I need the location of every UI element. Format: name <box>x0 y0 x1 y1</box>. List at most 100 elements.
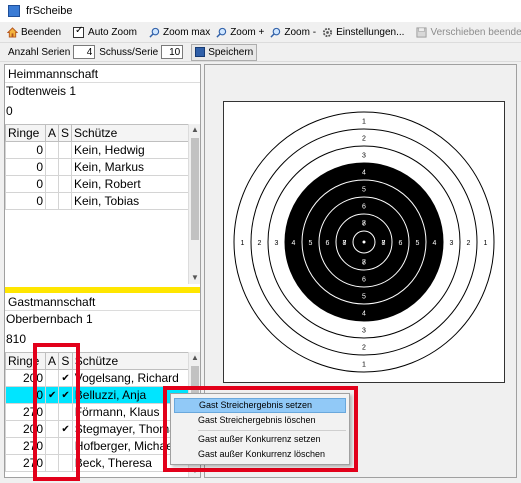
auto-zoom-checkbox[interactable]: Auto Zoom <box>70 23 140 42</box>
ring-label: 6 <box>326 240 330 247</box>
scroll-down-icon[interactable]: ▼ <box>189 272 200 284</box>
name-cell: Vogelsang, Richard <box>71 369 191 387</box>
save-icon <box>195 47 206 57</box>
einstellungen-label: Einstellungen... <box>336 26 405 38</box>
menu-gast-streichergebnis-setzen[interactable]: Gast Streichergebnis setzen <box>174 398 346 413</box>
einstellungen-button[interactable]: Einstellungen... <box>319 23 407 42</box>
home-icon <box>7 26 18 38</box>
ring-label: 2 <box>362 136 366 143</box>
name-cell: Kein, Tobias <box>71 192 190 210</box>
a-cell[interactable] <box>45 158 59 176</box>
ring-label: 3 <box>275 240 279 247</box>
zoom-plus-button[interactable]: Zoom + <box>213 23 267 42</box>
col-ringe[interactable]: Ringe <box>5 124 46 142</box>
zoom-plus-label: Zoom + <box>230 26 265 38</box>
target-center-dot <box>362 240 366 244</box>
ring-label: 3 <box>362 153 366 160</box>
ringe-cell: 0 <box>5 158 46 176</box>
ring-label: 4 <box>292 240 296 247</box>
zoom-minus-button[interactable]: Zoom - <box>267 23 319 42</box>
ringe-cell: 0 <box>5 141 46 159</box>
a-cell[interactable] <box>45 192 59 210</box>
heim-table-header: Ringe A S Schütze <box>5 124 190 142</box>
shooting-target[interactable]: 111 1222 2333 3444 4555 5666 6777 7888 8 <box>224 102 504 382</box>
ring-label: 8 <box>343 240 347 247</box>
s-cell[interactable] <box>58 158 72 176</box>
s-cell[interactable] <box>58 175 72 193</box>
speichern-label: Speichern <box>208 46 254 58</box>
zoom-max-button[interactable]: Zoom max <box>146 23 213 42</box>
a-cell[interactable] <box>45 141 59 159</box>
ring-label: 6 <box>399 240 403 247</box>
ring-label: 5 <box>309 240 313 247</box>
ringe-cell: 0 <box>5 175 46 193</box>
zoom-minus-label: Zoom - <box>284 26 317 38</box>
table-row[interactable]: 0 Kein, Tobias <box>5 192 190 210</box>
checkbox-checked-icon <box>73 25 85 38</box>
name-cell: Kein, Markus <box>71 158 190 176</box>
ring-label: 4 <box>433 240 437 247</box>
window-title: frScheibe <box>26 5 73 17</box>
ring-label: 3 <box>450 240 454 247</box>
col-a[interactable]: A <box>45 124 59 142</box>
s-cell[interactable] <box>58 192 72 210</box>
beenden-button[interactable]: Beenden <box>4 23 64 42</box>
speichern-button[interactable]: Speichern <box>191 43 258 61</box>
settings-icon <box>322 27 333 37</box>
anzahl-serien-label: Anzahl Serien <box>8 46 71 58</box>
name-cell: Kein, Robert <box>71 175 190 193</box>
auto-zoom-label: Auto Zoom <box>88 26 137 38</box>
ringe-cell: 0 <box>5 192 46 210</box>
ring-label: 2 <box>467 240 471 247</box>
ring-label: 5 <box>416 240 420 247</box>
ring-label: 8 <box>382 240 386 247</box>
context-menu: Gast Streichergebnis setzen Gast Streich… <box>170 393 350 465</box>
ring-label: 8 <box>362 260 366 267</box>
ring-label: 1 <box>241 240 245 247</box>
a-cell[interactable] <box>45 175 59 193</box>
gast-header: Gastmannschaft <box>5 293 200 311</box>
zoom-max-label: Zoom max <box>162 26 211 38</box>
scroll-up-icon[interactable]: ▲ <box>189 352 200 364</box>
main-toolbar: Beenden Auto Zoom Zoom max Zoom + Zoom -… <box>0 22 521 43</box>
heim-team-name: Todtenweis 1 <box>6 84 77 98</box>
table-row[interactable]: 0 Kein, Robert <box>5 175 190 193</box>
anzahl-serien-input[interactable]: 4 <box>73 45 96 59</box>
magnifier-icon <box>149 27 160 38</box>
save-disabled-icon <box>416 26 427 38</box>
target-frame[interactable]: 11112222333344445555666677778888 <box>223 101 505 383</box>
ring-label: 1 <box>362 362 366 369</box>
menu-gast-ausser-konkurrenz-loeschen[interactable]: Gast außer Konkurrenz löschen <box>174 447 346 462</box>
heim-score: 0 <box>6 104 13 118</box>
gast-score: 810 <box>6 332 27 346</box>
col-schuetze[interactable]: Schütze <box>71 352 191 370</box>
menu-gast-streichergebnis-loeschen[interactable]: Gast Streichergebnis löschen <box>174 413 346 428</box>
menu-gast-ausser-konkurrenz-setzen[interactable]: Gast außer Konkurrenz setzen <box>174 432 346 447</box>
ring-label: 5 <box>362 294 366 301</box>
schuss-serie-input[interactable]: 10 <box>161 45 184 59</box>
scroll-up-icon[interactable]: ▲ <box>189 124 200 136</box>
name-cell: Kein, Hedwig <box>71 141 190 159</box>
ring-label: 6 <box>362 277 366 284</box>
app-icon <box>8 5 20 17</box>
beenden-label: Beenden <box>21 26 62 38</box>
heim-table: Ringe A S Schütze 0 Kein, Hedwig 0 Kein, M… <box>5 124 190 210</box>
s-cell[interactable] <box>58 141 72 159</box>
gast-team-name: Oberbernbach 1 <box>6 312 93 326</box>
ring-label: 6 <box>362 204 366 211</box>
heim-scrollbar[interactable]: ▲ ▼ <box>188 124 200 284</box>
table-row[interactable]: 0 Kein, Markus <box>5 158 190 176</box>
scroll-thumb[interactable] <box>191 138 199 240</box>
verschieben-button[interactable]: Verschieben beenden <box>413 23 521 42</box>
ring-label: 2 <box>258 240 262 247</box>
col-s[interactable]: S <box>58 124 72 142</box>
table-row[interactable]: 0 Kein, Hedwig <box>5 141 190 159</box>
title-bar: frScheibe <box>0 0 521 22</box>
schuss-serie-label: Schuss/Serie <box>99 46 159 58</box>
ring-label: 1 <box>484 240 488 247</box>
zoom-in-icon <box>216 27 227 38</box>
ring-label: 4 <box>362 311 366 318</box>
ring-label: 3 <box>362 328 366 335</box>
zoom-out-icon <box>270 27 281 38</box>
col-schuetze[interactable]: Schütze <box>71 124 190 142</box>
